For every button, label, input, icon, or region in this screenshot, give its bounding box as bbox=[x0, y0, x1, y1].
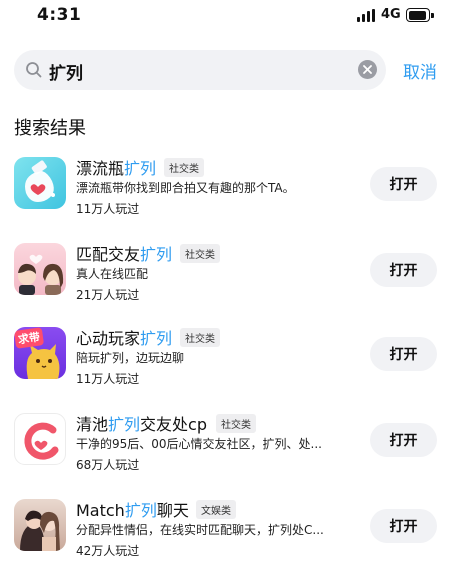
app-description: 分配异性情侣，在线实时匹配聊天，扩列处C... bbox=[76, 523, 324, 537]
app-name: Match扩列聊天 bbox=[76, 501, 189, 520]
open-button[interactable]: 打开 bbox=[370, 423, 437, 457]
open-button[interactable]: 打开 bbox=[370, 509, 437, 543]
app-description: 真人在线匹配 bbox=[76, 267, 149, 281]
cancel-button[interactable]: 取消 bbox=[403, 58, 437, 83]
play-count: 68万人玩过 bbox=[76, 458, 140, 472]
list-item[interactable]: Match扩列聊天 文娱类 分配异性情侣，在线实时匹配聊天，扩列处C... 42… bbox=[0, 499, 464, 569]
clear-icon[interactable] bbox=[358, 60, 377, 79]
category-tag: 社交类 bbox=[180, 244, 220, 263]
app-name: 清池扩列交友处cp bbox=[76, 415, 207, 434]
battery-icon bbox=[406, 8, 434, 22]
play-count: 21万人玩过 bbox=[76, 288, 140, 302]
app-name: 匹配交友扩列 bbox=[76, 245, 173, 264]
qingchi-logo-icon bbox=[14, 413, 66, 465]
app-description: 陪玩扩列，边玩边聊 bbox=[76, 351, 185, 365]
category-tag: 社交类 bbox=[164, 158, 204, 177]
list-item[interactable]: 清池扩列交友处cp 社交类 干净的95后、00后心情交友社区，扩列、处... 6… bbox=[0, 413, 464, 499]
category-tag: 社交类 bbox=[216, 414, 256, 433]
app-description: 干净的95后、00后心情交友社区，扩列、处... bbox=[76, 437, 322, 451]
search-icon bbox=[26, 62, 42, 78]
app-name: 漂流瓶扩列 bbox=[76, 159, 157, 178]
category-tag: 文娱类 bbox=[196, 500, 236, 519]
list-item[interactable]: 漂流瓶扩列 社交类 漂流瓶带你找到即合拍又有趣的那个TA。 11万人玩过 打开 bbox=[0, 157, 464, 243]
open-button[interactable]: 打开 bbox=[370, 167, 437, 201]
couple-cartoon-icon bbox=[14, 243, 66, 295]
cat-carry-icon: 求带 bbox=[14, 327, 66, 379]
section-title: 搜索结果 bbox=[14, 118, 86, 139]
bottle-heart-icon bbox=[14, 157, 66, 209]
status-bar: 4:31 4G bbox=[0, 0, 464, 34]
play-count: 11万人玩过 bbox=[76, 372, 140, 386]
network-type: 4G bbox=[381, 7, 401, 22]
search-input[interactable]: 扩列 bbox=[14, 50, 386, 90]
list-item[interactable]: 求带 心动玩家扩列 社交类 陪玩扩列，边玩边聊 11万人玩过 打开 bbox=[0, 327, 464, 413]
search-query: 扩列 bbox=[49, 64, 83, 84]
play-count: 11万人玩过 bbox=[76, 202, 140, 216]
open-button[interactable]: 打开 bbox=[370, 253, 437, 287]
icon-badge: 求带 bbox=[14, 327, 45, 349]
category-tag: 社交类 bbox=[180, 328, 220, 347]
open-button[interactable]: 打开 bbox=[370, 337, 437, 371]
app-description: 漂流瓶带你找到即合拍又有趣的那个TA。 bbox=[76, 181, 295, 195]
app-name: 心动玩家扩列 bbox=[76, 329, 173, 348]
couple-photo-icon bbox=[14, 499, 66, 551]
list-item[interactable]: 匹配交友扩列 社交类 真人在线匹配 21万人玩过 打开 bbox=[0, 243, 464, 329]
play-count: 42万人玩过 bbox=[76, 544, 140, 558]
status-time: 4:31 bbox=[37, 5, 82, 25]
signal-icon bbox=[357, 9, 377, 22]
